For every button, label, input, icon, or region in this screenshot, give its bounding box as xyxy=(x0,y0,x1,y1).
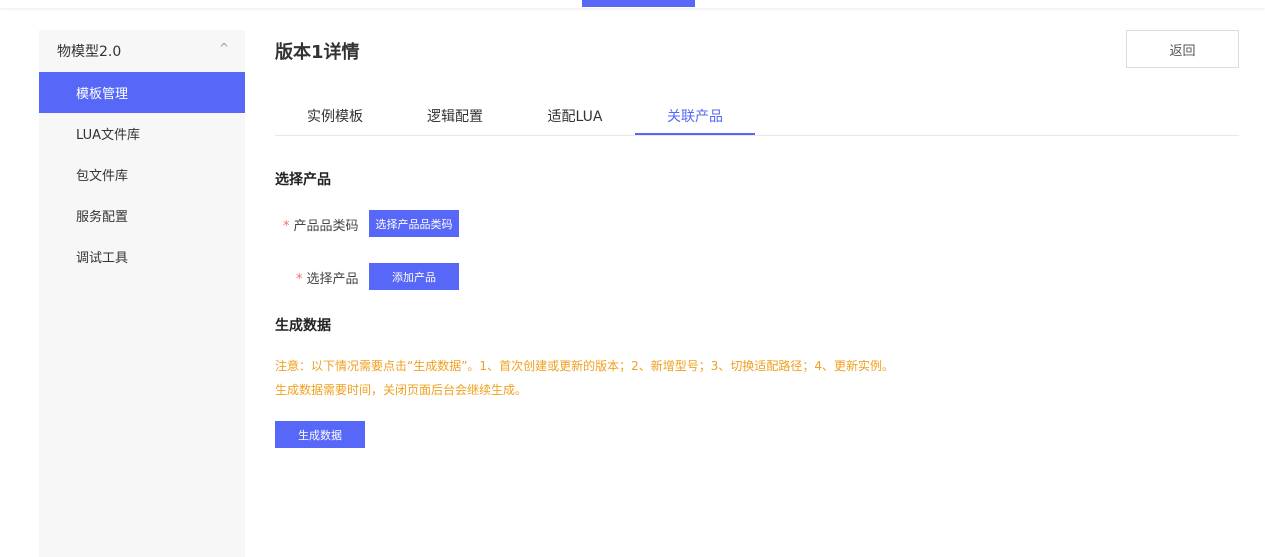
sidebar-item-template-management[interactable]: 模板管理 xyxy=(39,72,245,113)
sidebar-group-label: 物模型2.0 xyxy=(57,44,122,60)
select-category-code-button[interactable]: 选择产品品类码 xyxy=(369,210,459,237)
generate-data-button[interactable]: 生成数据 xyxy=(275,421,365,448)
add-product-button[interactable]: 添加产品 xyxy=(369,263,459,290)
tab-instance-template[interactable]: 实例模板 xyxy=(275,98,395,134)
sidebar-item-label: 调试工具 xyxy=(76,251,129,266)
form-label-category-code: * 产品品类码 xyxy=(283,219,359,234)
section-title-generate-data: 生成数据 xyxy=(275,318,331,334)
top-nav-active-indicator[interactable] xyxy=(582,0,695,7)
notice-text-line-1: 注意：以下情况需要点击“生成数据”。1、首次创建或更新的版本；2、新增型号；3、… xyxy=(275,359,894,373)
page-title: 版本1详情 xyxy=(275,42,360,63)
tab-logic-config[interactable]: 逻辑配置 xyxy=(395,98,515,134)
form-label-select-product: * 选择产品 xyxy=(296,272,359,287)
top-navigation-bar xyxy=(0,0,1265,8)
required-mark: * xyxy=(283,219,290,234)
sidebar-item-package-library[interactable]: 包文件库 xyxy=(39,154,245,195)
sidebar-item-service-config[interactable]: 服务配置 xyxy=(39,195,245,236)
sidebar-group-thing-model[interactable]: 物模型2.0 ^ xyxy=(39,30,245,72)
sidebar-item-lua-library[interactable]: LUA文件库 xyxy=(39,113,245,154)
sidebar-item-label: 服务配置 xyxy=(76,210,129,225)
notice-text-line-2: 生成数据需要时间，关闭页面后台会继续生成。 xyxy=(275,383,528,397)
required-mark: * xyxy=(296,272,303,287)
tab-bar: 实例模板 逻辑配置 适配LUA 关联产品 xyxy=(275,98,1239,136)
sidebar-item-label: 模板管理 xyxy=(76,87,129,102)
sidebar-item-debug-tools[interactable]: 调试工具 xyxy=(39,236,245,277)
chevron-up-icon[interactable]: ^ xyxy=(219,41,229,55)
sidebar: 物模型2.0 ^ 模板管理 LUA文件库 包文件库 服务配置 调试工具 xyxy=(39,30,245,557)
sidebar-item-label: LUA文件库 xyxy=(76,128,141,143)
tab-adapter-lua[interactable]: 适配LUA xyxy=(515,98,635,134)
section-title-select-product: 选择产品 xyxy=(275,172,331,188)
tab-related-products[interactable]: 关联产品 xyxy=(635,98,755,135)
sidebar-item-label: 包文件库 xyxy=(76,169,129,184)
back-button[interactable]: 返回 xyxy=(1126,30,1239,68)
